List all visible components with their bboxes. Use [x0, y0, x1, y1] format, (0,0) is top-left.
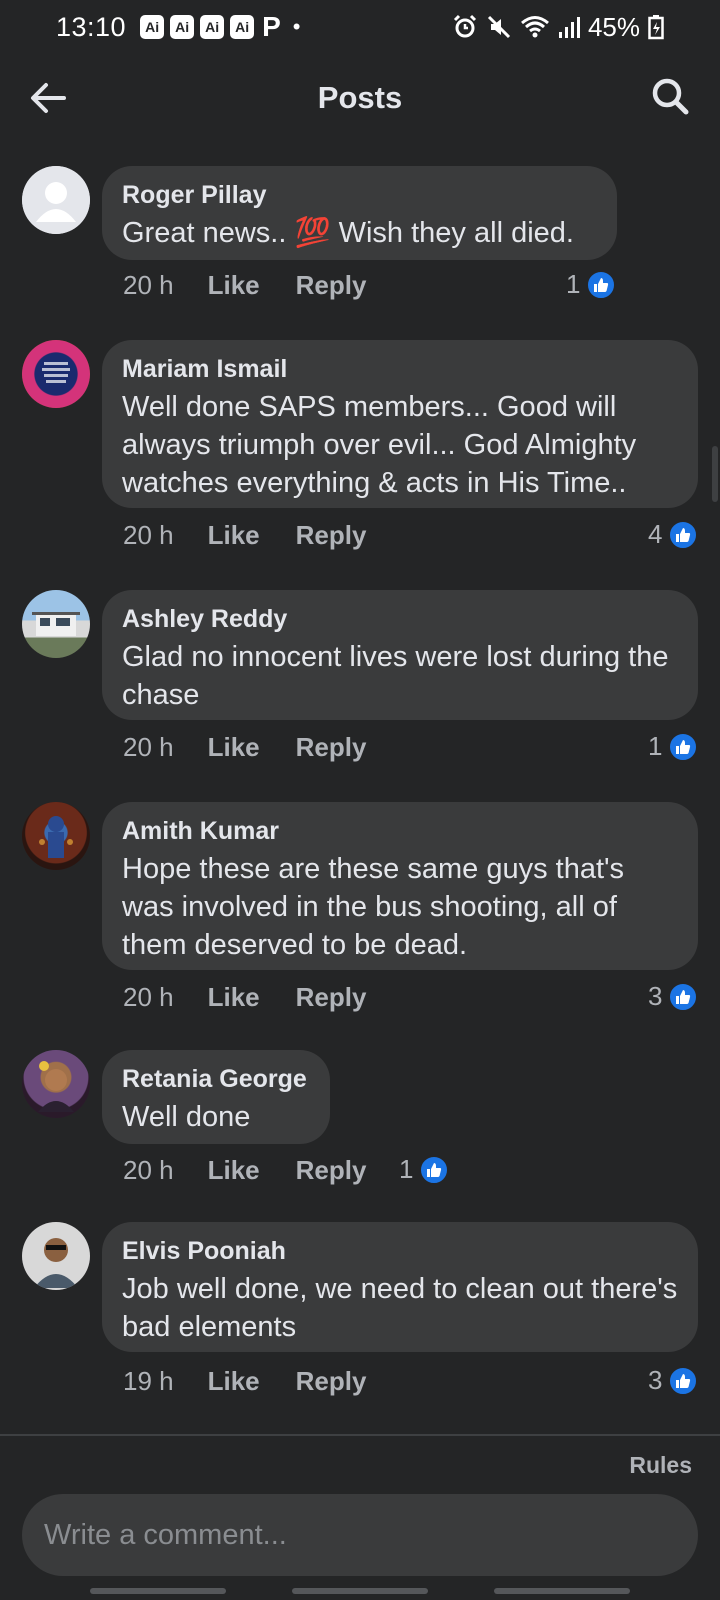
reply-button[interactable]: Reply — [296, 982, 367, 1013]
rules-link[interactable]: Rules — [629, 1452, 692, 1479]
comment-time: 20 h — [123, 732, 174, 762]
comment-author[interactable]: Ashley Reddy — [122, 604, 678, 634]
reaction-count[interactable]: 1 — [648, 731, 699, 762]
comment-author[interactable]: Amith Kumar — [122, 816, 678, 846]
reaction-count[interactable]: 1 — [399, 1154, 450, 1185]
battery-icon — [648, 15, 664, 40]
comment-author[interactable]: Mariam Ismail — [122, 354, 678, 384]
scrollbar[interactable] — [712, 446, 718, 502]
reply-button[interactable]: Reply — [296, 1155, 367, 1186]
avatar-graphic — [42, 362, 70, 383]
reaction-count[interactable]: 3 — [648, 981, 699, 1012]
reaction-number: 1 — [399, 1154, 414, 1184]
p-app-icon: P — [262, 11, 281, 42]
thumbs-up-icon — [668, 981, 699, 1012]
like-button[interactable]: Like — [208, 1155, 260, 1186]
comment-text: Hope these are these same guys that's wa… — [122, 853, 625, 961]
nav-back-button[interactable] — [494, 1588, 630, 1594]
comment-actions: 20 h Like Reply — [123, 1155, 366, 1186]
status-right-group: 45% — [452, 12, 664, 43]
comment-actions: 20 h Like Reply — [123, 270, 366, 301]
profile-photo — [38, 1061, 74, 1112]
comment-time: 19 h — [123, 1366, 174, 1396]
reaction-number: 3 — [648, 981, 663, 1011]
comment-text: Job well done, we need to clean out ther… — [122, 1273, 678, 1343]
search-icon[interactable] — [650, 76, 690, 116]
comment-bubble[interactable]: Ashley Reddy Glad no innocent lives were… — [102, 590, 698, 720]
mute-icon — [487, 15, 511, 39]
status-bar: 13:10 Ai Ai Ai Ai P • 45% — [0, 0, 720, 54]
comment-author[interactable]: Roger Pillay — [122, 180, 597, 210]
comment-author[interactable]: Elvis Pooniah — [122, 1236, 678, 1266]
divider — [0, 1434, 720, 1436]
comment-time: 20 h — [123, 982, 174, 1012]
reply-button[interactable]: Reply — [296, 520, 367, 551]
wifi-icon — [520, 16, 549, 38]
ai-badge-icon: Ai — [170, 15, 195, 39]
comment-time: 20 h — [123, 520, 174, 550]
like-button[interactable]: Like — [208, 732, 260, 763]
comment-actions: 20 h Like Reply — [123, 982, 366, 1013]
thumbs-up-icon — [668, 519, 699, 550]
signal-icon — [558, 17, 580, 38]
thumbs-up-icon — [668, 1365, 699, 1396]
reaction-number: 1 — [648, 731, 663, 761]
comment-bubble[interactable]: Mariam Ismail Well done SAPS members... … — [102, 340, 698, 508]
reaction-number: 3 — [648, 1365, 663, 1395]
reaction-number: 1 — [566, 269, 581, 299]
comment-text: Great news.. 💯 Wish they all died. — [122, 217, 574, 249]
comment-actions: 20 h Like Reply — [123, 732, 366, 763]
back-arrow-icon[interactable] — [28, 78, 68, 118]
comment-text: Well done — [122, 1101, 251, 1133]
app-header: Posts — [0, 58, 720, 138]
deity-image — [39, 816, 73, 858]
comment-actions: 19 h Like Reply — [123, 1366, 366, 1397]
avatar[interactable] — [22, 340, 90, 408]
nav-recents-button[interactable] — [90, 1588, 226, 1594]
comment-text: Glad no innocent lives were lost during … — [122, 641, 669, 711]
notification-dot: • — [292, 14, 301, 39]
battery-percent: 45% — [587, 11, 640, 42]
status-time: 13:10 — [56, 11, 127, 42]
like-button[interactable]: Like — [208, 982, 260, 1013]
reply-button[interactable]: Reply — [296, 270, 367, 301]
comment-text: Well done SAPS members... Good will alwa… — [122, 391, 637, 499]
comment-input[interactable] — [22, 1494, 698, 1576]
comment-time: 20 h — [123, 270, 174, 300]
thumbs-up-icon — [668, 731, 699, 762]
avatar[interactable] — [22, 590, 90, 658]
comment-bubble[interactable]: Amith Kumar Hope these are these same gu… — [102, 802, 698, 970]
thumbs-up-icon — [586, 269, 617, 300]
avatar[interactable] — [22, 1222, 90, 1290]
like-button[interactable]: Like — [208, 1366, 260, 1397]
reaction-count[interactable]: 4 — [648, 519, 699, 550]
reply-button[interactable]: Reply — [296, 732, 367, 763]
comment-bubble[interactable]: Roger Pillay Great news.. 💯 Wish they al… — [102, 166, 617, 260]
house-photo — [32, 612, 80, 636]
avatar[interactable] — [22, 802, 90, 870]
reaction-count[interactable]: 1 — [566, 269, 617, 300]
comment-bubble[interactable]: Retania George Well done — [102, 1050, 330, 1144]
nav-home-button[interactable] — [292, 1588, 428, 1594]
profile-photo — [34, 1238, 78, 1288]
reply-button[interactable]: Reply — [296, 1366, 367, 1397]
avatar[interactable] — [22, 166, 90, 234]
comment-bubble[interactable]: Elvis Pooniah Job well done, we need to … — [102, 1222, 698, 1352]
like-button[interactable]: Like — [208, 520, 260, 551]
reaction-count[interactable]: 3 — [648, 1365, 699, 1396]
comment-time: 20 h — [123, 1155, 174, 1185]
ai-badge-icon: Ai — [140, 15, 165, 39]
ai-badge-icon: Ai — [200, 15, 225, 39]
alarm-icon — [453, 14, 477, 38]
comment-actions: 20 h Like Reply — [123, 520, 366, 551]
comment-author[interactable]: Retania George — [122, 1064, 310, 1094]
default-user-icon — [22, 166, 90, 234]
page-title: Posts — [317, 80, 403, 115]
like-button[interactable]: Like — [208, 270, 260, 301]
reaction-number: 4 — [648, 519, 663, 549]
system-nav-bar — [0, 1586, 720, 1600]
ai-badge-icon: Ai — [230, 15, 255, 39]
thumbs-up-icon — [419, 1154, 450, 1185]
avatar[interactable] — [22, 1050, 90, 1118]
